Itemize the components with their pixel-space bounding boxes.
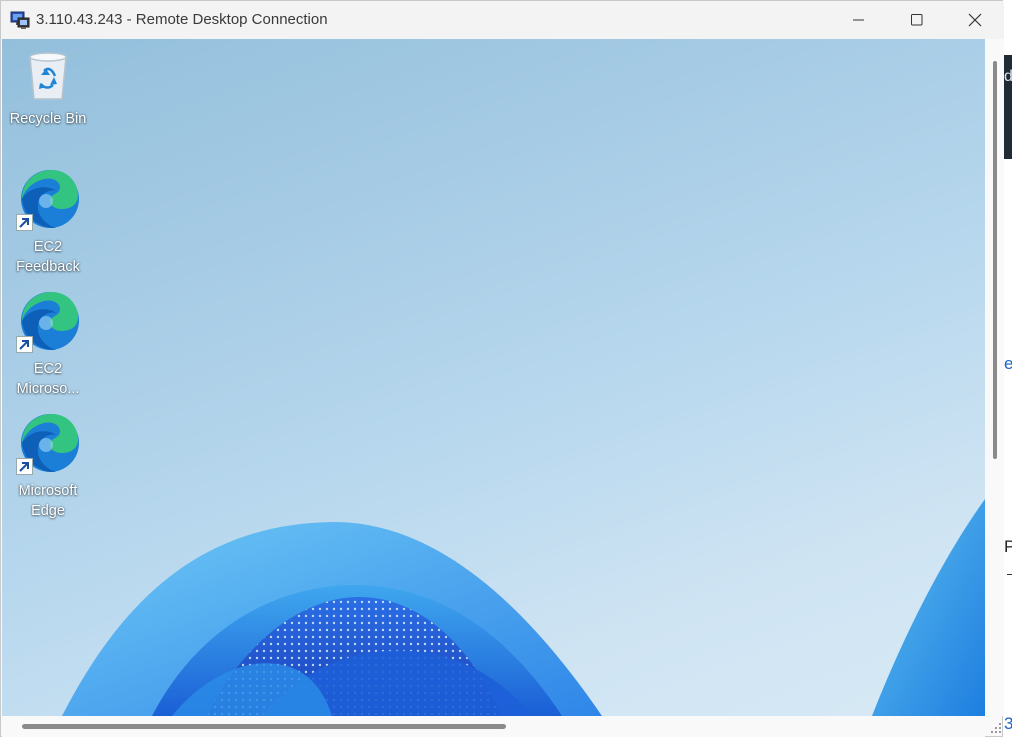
shortcut-arrow-icon [16, 336, 33, 353]
desktop-icon-label: Edge [31, 503, 65, 519]
rdp-window: 3.110.43.243 - Remote Desktop Connection [0, 0, 1004, 737]
resize-grip-icon[interactable] [989, 721, 1003, 735]
background-fragment: 3 [1004, 714, 1012, 733]
desktop-icon-microsoft-edge[interactable]: Microsoft Edge [2, 411, 94, 521]
title-bar[interactable]: 3.110.43.243 - Remote Desktop Connection [1, 1, 1004, 39]
background-fragment: dc [1004, 68, 1012, 85]
maximize-button[interactable] [888, 1, 946, 39]
desktop-icon-label: Feedback [16, 259, 80, 275]
maximize-icon [911, 14, 923, 26]
recycle-bin-icon [24, 49, 72, 103]
desktop-icon-label: EC2 [33, 239, 63, 255]
horizontal-scrollbar[interactable] [2, 716, 985, 737]
desktop-icon-recycle-bin[interactable]: Recycle Bin [2, 49, 94, 129]
vertical-scrollbar[interactable] [985, 39, 1004, 716]
vertical-scrollbar-thumb[interactable] [993, 61, 997, 459]
close-button[interactable] [946, 1, 1004, 39]
close-icon [968, 13, 982, 27]
minimize-icon [853, 19, 864, 21]
horizontal-scrollbar-thumb[interactable] [22, 724, 506, 729]
desktop-icon-label: EC2 [33, 361, 63, 377]
shortcut-arrow-icon [16, 214, 33, 231]
edge-icon [16, 411, 80, 475]
edge-icon [16, 167, 80, 231]
remote-desktop-icon [10, 10, 30, 30]
desktop-icon-ec2-feedback[interactable]: EC2 Feedback [2, 167, 94, 277]
desktop-icon-label: Recycle Bin [9, 111, 87, 127]
background-window-dark-bar: dc [1003, 55, 1012, 159]
background-divider [1007, 574, 1012, 575]
wallpaper-bloom [62, 499, 985, 716]
desktop-icon-label: Microso... [16, 381, 80, 397]
edge-icon [16, 289, 80, 353]
background-fragment: P [1004, 537, 1012, 556]
shortcut-arrow-icon [16, 458, 33, 475]
minimize-button[interactable] [830, 1, 888, 39]
desktop-icon-ec2-microsoft[interactable]: EC2 Microso... [2, 289, 94, 399]
background-window: dc er P 3 [1003, 0, 1012, 737]
window-title: 3.110.43.243 - Remote Desktop Connection [36, 11, 328, 28]
desktop-icon-label: Microsoft [18, 483, 78, 499]
background-fragment: er [1004, 354, 1012, 373]
remote-desktop-area[interactable]: Recycle Bin EC2 Feedback EC2 Microso... … [2, 39, 985, 716]
